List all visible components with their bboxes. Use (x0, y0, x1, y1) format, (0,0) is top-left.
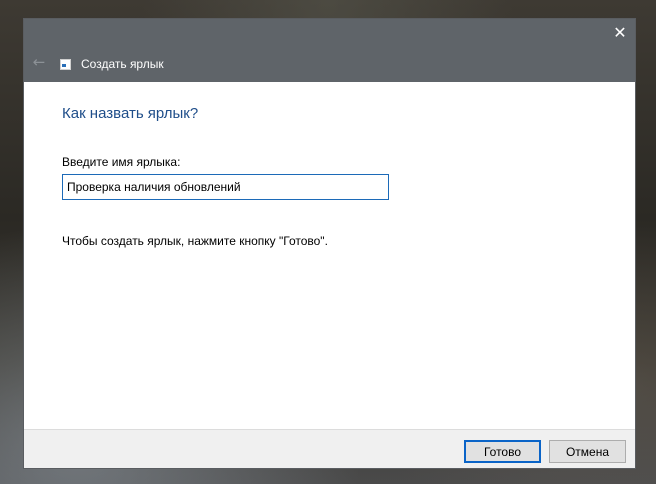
close-icon[interactable]: ✕ (605, 19, 635, 49)
finish-button[interactable]: Готово (464, 440, 541, 463)
shortcut-name-label: Введите имя ярлыка: (62, 155, 181, 169)
shortcut-app-icon (60, 59, 71, 70)
cancel-button[interactable]: Отмена (549, 440, 626, 463)
title-bar: ✕ ← Создать ярлык (24, 19, 635, 82)
window-title: Создать ярлык (81, 57, 164, 71)
instruction-text: Чтобы создать ярлык, нажмите кнопку "Гот… (62, 234, 328, 248)
dialog-footer: Готово Отмена (24, 429, 635, 468)
back-arrow-icon[interactable]: ← (30, 53, 48, 71)
shortcut-name-input[interactable] (62, 174, 389, 200)
page-heading: Как назвать ярлык? (62, 105, 199, 122)
create-shortcut-dialog: ✕ ← Создать ярлык Как назвать ярлык? Вве… (23, 18, 636, 469)
